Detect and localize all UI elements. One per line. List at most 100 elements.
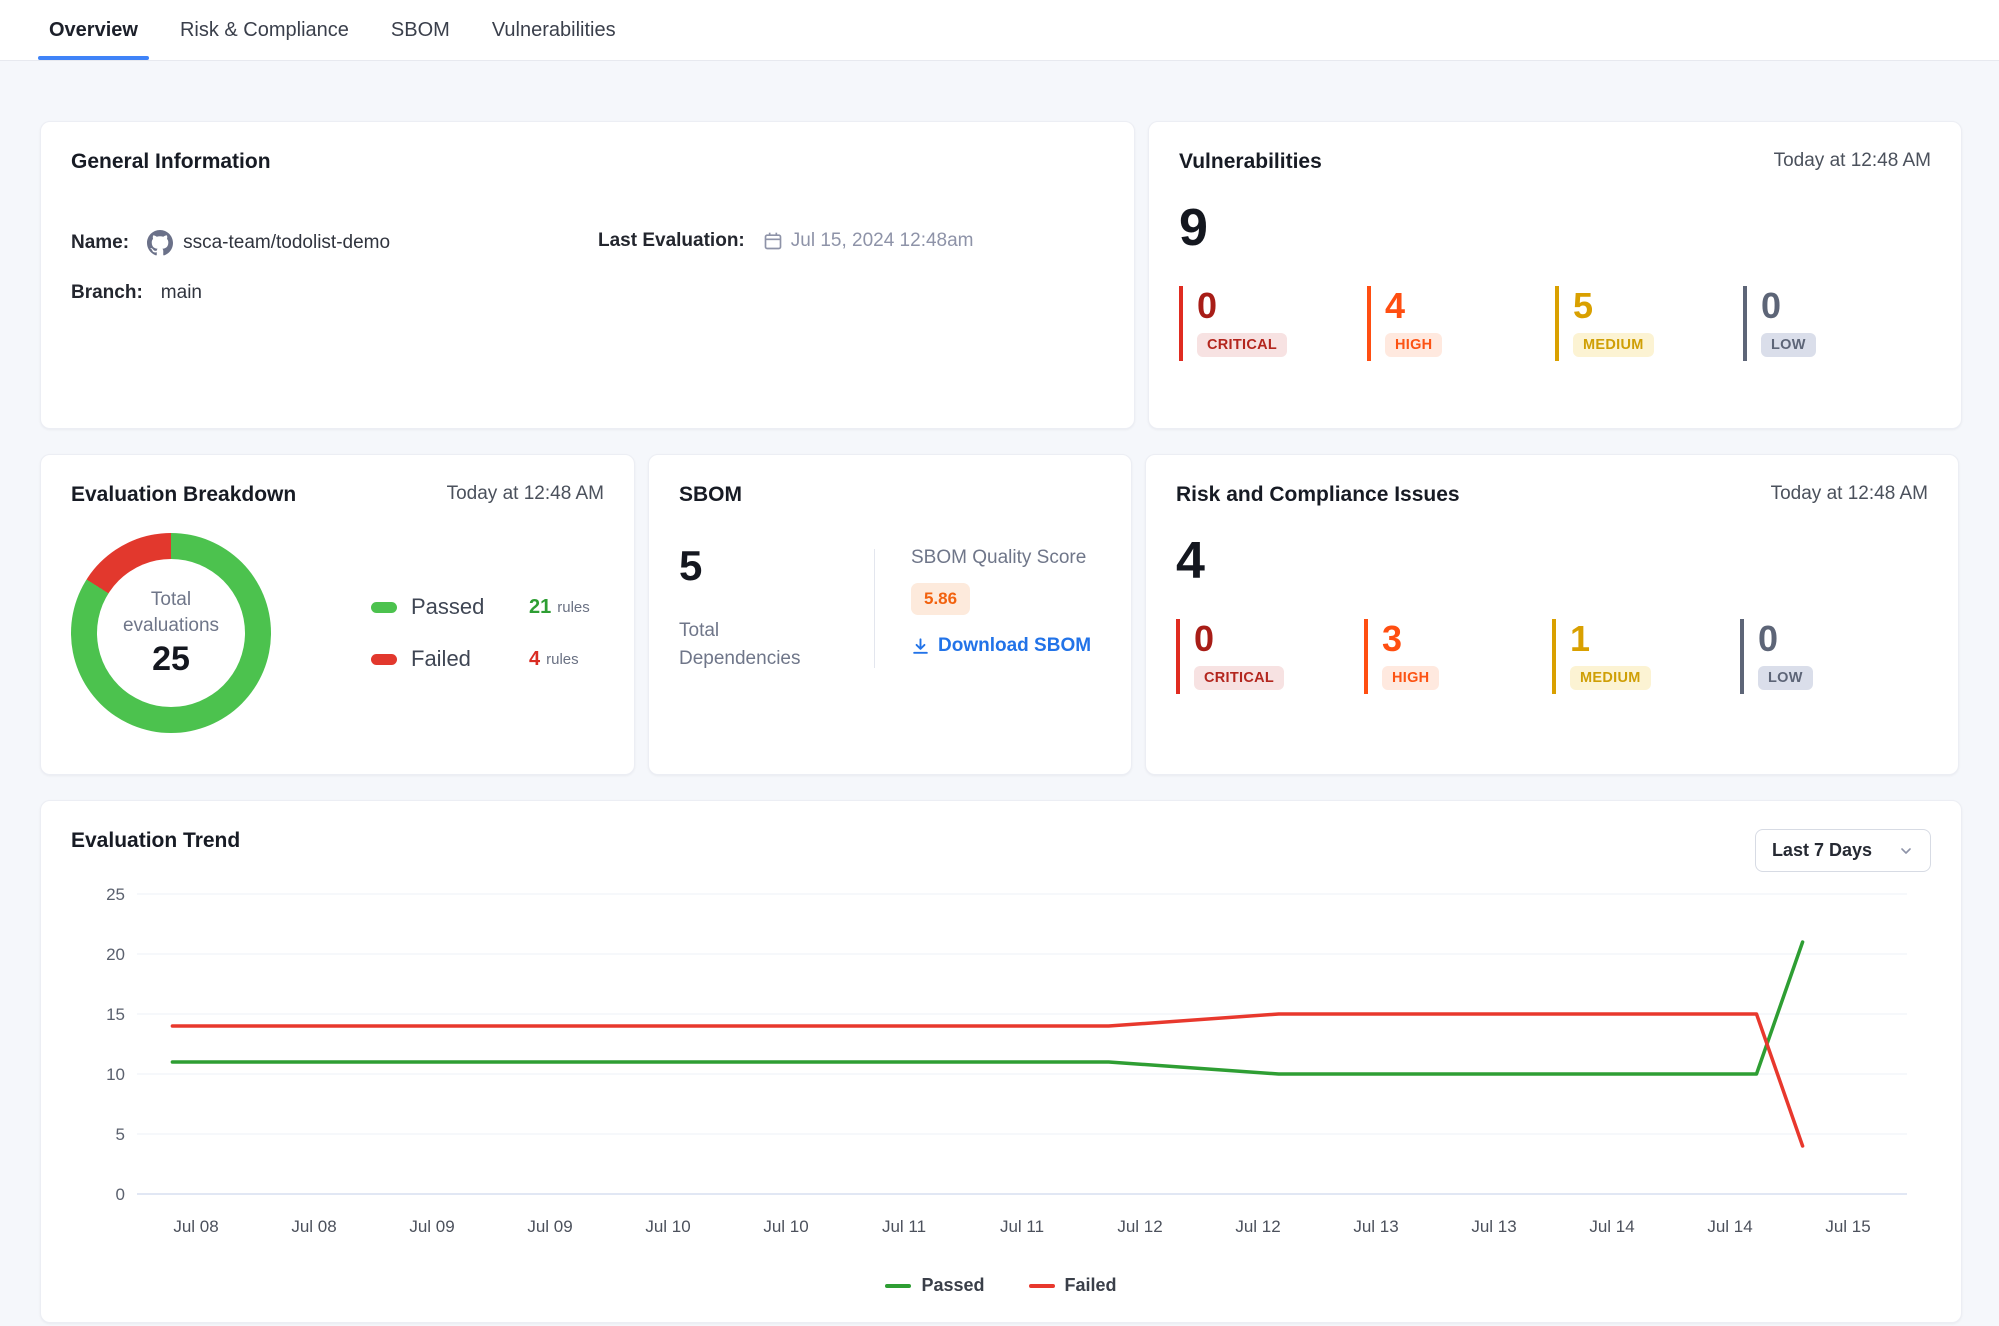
svg-text:Jul 08: Jul 08 — [173, 1217, 218, 1236]
passed-count: 21 — [529, 596, 551, 619]
download-sbom-label: Download SBOM — [938, 635, 1091, 657]
branch-value: main — [161, 282, 202, 304]
critical-badge: CRITICAL — [1194, 666, 1284, 690]
svg-text:Jul 12: Jul 12 — [1235, 1217, 1280, 1236]
date-range-value: Last 7 Days — [1772, 840, 1872, 861]
risk-medium-count: 1 — [1570, 621, 1740, 657]
high-badge: HIGH — [1382, 666, 1439, 690]
failed-pill-icon — [371, 654, 397, 665]
risk-severity-row: 0 CRITICAL 3 HIGH 1 MEDIUM 0 LOW — [1176, 619, 1928, 694]
tab-overview[interactable]: Overview — [28, 0, 159, 60]
failed-unit: rules — [546, 651, 579, 668]
trend-legend-failed-label: Failed — [1065, 1275, 1117, 1296]
vuln-severity-low: 0 LOW — [1743, 286, 1931, 361]
vuln-severity-critical: 0 CRITICAL — [1179, 286, 1367, 361]
tab-vulnerabilities[interactable]: Vulnerabilities — [471, 0, 637, 60]
trend-legend-passed: Passed — [885, 1275, 984, 1296]
svg-text:Jul 10: Jul 10 — [763, 1217, 808, 1236]
donut-center: Total evaluations 25 — [97, 559, 245, 707]
tab-sbom[interactable]: SBOM — [370, 0, 471, 60]
repo-name-value: ssca-team/todolist-demo — [183, 232, 390, 254]
dashboard-content: General Information Name: ssca-team/todo… — [0, 61, 1999, 1323]
svg-text:Jul 11: Jul 11 — [882, 1217, 926, 1236]
evaluation-breakdown-timestamp: Today at 12:48 AM — [447, 483, 604, 505]
risk-critical-count: 0 — [1194, 621, 1364, 657]
risk-high-count: 3 — [1382, 621, 1552, 657]
risk-compliance-total: 4 — [1176, 535, 1928, 587]
repo-name-row: Name: ssca-team/todolist-demo Last Evalu… — [71, 230, 1104, 256]
svg-text:Jul 12: Jul 12 — [1117, 1217, 1162, 1236]
sbom-card: SBOM 5 Total Dependencies SBOM Quality S… — [648, 454, 1132, 775]
svg-text:Jul 14: Jul 14 — [1707, 1217, 1752, 1236]
svg-text:Jul 13: Jul 13 — [1471, 1217, 1516, 1236]
vuln-critical-count: 0 — [1197, 288, 1367, 324]
vuln-severity-high: 4 HIGH — [1367, 286, 1555, 361]
trend-chart-area: 0 5 10 15 20 25 Jul 08 Jul 08 Jul 09 Jul 09 Jul 10… — [71, 878, 1931, 1265]
medium-badge: MEDIUM — [1573, 333, 1654, 357]
download-sbom-link[interactable]: Download SBOM — [911, 635, 1091, 657]
general-information-card: General Information Name: ssca-team/todo… — [40, 121, 1135, 429]
high-badge: HIGH — [1385, 333, 1442, 357]
svg-text:10: 10 — [106, 1065, 125, 1084]
tab-vulnerabilities-label: Vulnerabilities — [492, 19, 616, 42]
tab-sbom-label: SBOM — [391, 19, 450, 42]
passed-line-icon — [885, 1284, 911, 1288]
svg-text:Jul 09: Jul 09 — [527, 1217, 572, 1236]
evaluation-breakdown-title: Evaluation Breakdown — [71, 483, 296, 507]
trend-legend-failed: Failed — [1029, 1275, 1117, 1296]
svg-text:Jul 09: Jul 09 — [409, 1217, 454, 1236]
risk-compliance-timestamp: Today at 12:48 AM — [1771, 483, 1928, 505]
legend-passed-label: Passed — [411, 594, 529, 620]
evaluation-trend-line-chart: 0 5 10 15 20 25 Jul 08 Jul 08 Jul 09 Jul 09 Jul 10… — [71, 878, 1933, 1260]
branch-label: Branch: — [71, 282, 143, 304]
risk-compliance-card: Risk and Compliance Issues Today at 12:4… — [1145, 454, 1959, 775]
vulnerabilities-title: Vulnerabilities — [1179, 150, 1322, 174]
sbom-quality-score-label: SBOM Quality Score — [911, 547, 1091, 569]
total-dependencies-value: 5 — [679, 545, 874, 587]
sbom-quality-score-badge: 5.86 — [911, 583, 970, 615]
svg-text:5: 5 — [116, 1125, 125, 1144]
tab-overview-label: Overview — [49, 19, 138, 42]
svg-text:20: 20 — [106, 945, 125, 964]
vuln-high-count: 4 — [1385, 288, 1555, 324]
tab-risk-compliance[interactable]: Risk & Compliance — [159, 0, 370, 60]
svg-text:Jul 11: Jul 11 — [1000, 1217, 1044, 1236]
svg-text:Jul 08: Jul 08 — [291, 1217, 336, 1236]
donut-total-value: 25 — [152, 640, 190, 679]
total-dependencies-block: 5 Total Dependencies — [679, 545, 874, 672]
svg-text:Jul 13: Jul 13 — [1353, 1217, 1398, 1236]
tab-risk-compliance-label: Risk & Compliance — [180, 19, 349, 42]
passed-unit: rules — [557, 599, 590, 616]
date-range-dropdown[interactable]: Last 7 Days — [1755, 829, 1931, 872]
evaluation-trend-card: Evaluation Trend Last 7 Days 0510152025J… — [40, 800, 1962, 1323]
risk-severity-low: 0 LOW — [1740, 619, 1928, 694]
github-icon — [147, 230, 173, 256]
total-dependencies-label-2: Dependencies — [679, 645, 874, 673]
calendar-icon — [763, 231, 783, 251]
medium-badge: MEDIUM — [1570, 666, 1651, 690]
top-tab-bar: Overview Risk & Compliance SBOM Vulnerab… — [0, 0, 1999, 61]
vuln-medium-count: 5 — [1573, 288, 1743, 324]
download-icon — [911, 637, 930, 656]
last-evaluation-row: Last Evaluation: Jul 15, 2024 12:48am — [598, 230, 974, 252]
risk-severity-medium: 1 MEDIUM — [1552, 619, 1740, 694]
evaluations-donut-chart: Total evaluations 25 — [71, 533, 271, 733]
svg-text:0: 0 — [116, 1185, 125, 1204]
last-evaluation-label: Last Evaluation: — [598, 230, 745, 252]
trend-chart-legend: Passed Failed — [71, 1275, 1931, 1296]
svg-text:Jul 10: Jul 10 — [645, 1217, 690, 1236]
last-evaluation-value: Jul 15, 2024 12:48am — [791, 230, 974, 252]
failed-line-icon — [1029, 1284, 1055, 1288]
vuln-low-count: 0 — [1761, 288, 1931, 324]
svg-text:25: 25 — [106, 885, 125, 904]
vuln-severity-medium: 5 MEDIUM — [1555, 286, 1743, 361]
risk-low-count: 0 — [1758, 621, 1928, 657]
donut-center-label-2: evaluations — [123, 613, 219, 639]
legend-failed-label: Failed — [411, 646, 529, 672]
vulnerabilities-severity-row: 0 CRITICAL 4 HIGH 5 MEDIUM 0 LOW — [1179, 286, 1931, 361]
svg-text:15: 15 — [106, 1005, 125, 1024]
vulnerabilities-total: 9 — [1179, 202, 1931, 254]
low-badge: LOW — [1758, 666, 1813, 690]
failed-count: 4 — [529, 648, 540, 671]
svg-text:Jul 14: Jul 14 — [1589, 1217, 1634, 1236]
